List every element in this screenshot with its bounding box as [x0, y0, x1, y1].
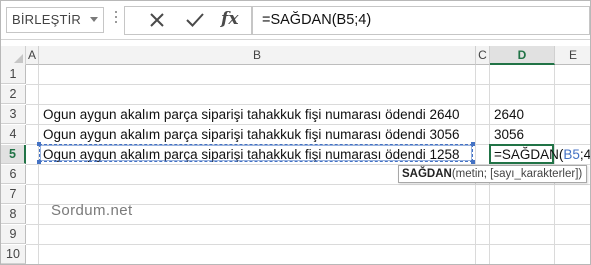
cell-d4[interactable]: 3056 [494, 125, 524, 144]
range-handle[interactable] [37, 142, 41, 146]
dropdown-arrow-icon[interactable] [90, 17, 98, 22]
column-header-b[interactable]: B [39, 46, 476, 65]
cancel-button[interactable] [143, 9, 171, 31]
range-handle[interactable] [37, 160, 41, 164]
function-tooltip[interactable]: SAĞDAN(metin; [sayı_karakterler]) [398, 165, 587, 183]
cell-b4[interactable]: Ogun aygun akalım parça siparişi tahakku… [43, 125, 459, 144]
column-header-a[interactable]: A [26, 46, 39, 65]
column-header-c[interactable]: C [476, 46, 490, 65]
excel-window: BİRLEŞTİR fx =SAĞDAN(B5;4) A B C D E 1 2… [0, 0, 591, 265]
gridline [38, 65, 39, 264]
column-header-d[interactable]: D [490, 46, 555, 65]
gridline [26, 224, 590, 225]
row-header-10[interactable]: 10 [1, 245, 26, 264]
range-handle[interactable] [471, 160, 475, 164]
cell-d5-formula: =SAĞDAN(B5;4) [494, 147, 591, 162]
x-icon [150, 13, 164, 27]
row-header-5[interactable]: 5 [1, 145, 26, 164]
gridline [26, 244, 590, 245]
formula-buttons: fx [124, 6, 252, 35]
gridline [26, 184, 590, 185]
tooltip-function-name[interactable]: SAĞDAN [402, 168, 452, 180]
column-header-e[interactable]: E [555, 46, 590, 65]
row-header-8[interactable]: 8 [1, 205, 26, 224]
referenced-range [39, 144, 473, 162]
gridline [26, 84, 590, 85]
row-header-4[interactable]: 4 [1, 125, 26, 144]
name-box-value: BİRLEŞTİR [12, 12, 81, 27]
enter-button[interactable] [181, 9, 209, 31]
active-cell-d5[interactable]: =SAĞDAN(B5;4) [489, 144, 590, 164]
cell-reference: B5 [563, 147, 580, 162]
cell-b3[interactable]: Ogun aygun akalım parça siparişi tahakku… [43, 105, 459, 124]
formula-input[interactable]: =SAĞDAN(B5;4) [252, 6, 590, 35]
row-header-7[interactable]: 7 [1, 185, 26, 204]
row-header-9[interactable]: 9 [1, 225, 26, 244]
grip-dots-icon[interactable] [114, 11, 118, 29]
tooltip-arguments: (metin; [sayı_karakterler]) [451, 168, 583, 180]
row-header-3[interactable]: 3 [1, 105, 26, 124]
check-icon [186, 13, 204, 27]
row-header-6[interactable]: 6 [1, 165, 26, 184]
watermark: Sordum.net [51, 202, 133, 219]
insert-function-button[interactable]: fx [221, 9, 238, 29]
select-all-button[interactable] [1, 46, 26, 66]
cell-d3[interactable]: 2640 [494, 105, 524, 124]
range-handle[interactable] [471, 142, 475, 146]
row-header-1[interactable]: 1 [1, 65, 26, 84]
row-header-2[interactable]: 2 [1, 85, 26, 104]
formula-bar: BİRLEŞTİR fx =SAĞDAN(B5;4) [1, 1, 590, 40]
formula-text: =SAĞDAN(B5;4) [262, 12, 372, 28]
name-box[interactable]: BİRLEŞTİR [6, 7, 104, 33]
